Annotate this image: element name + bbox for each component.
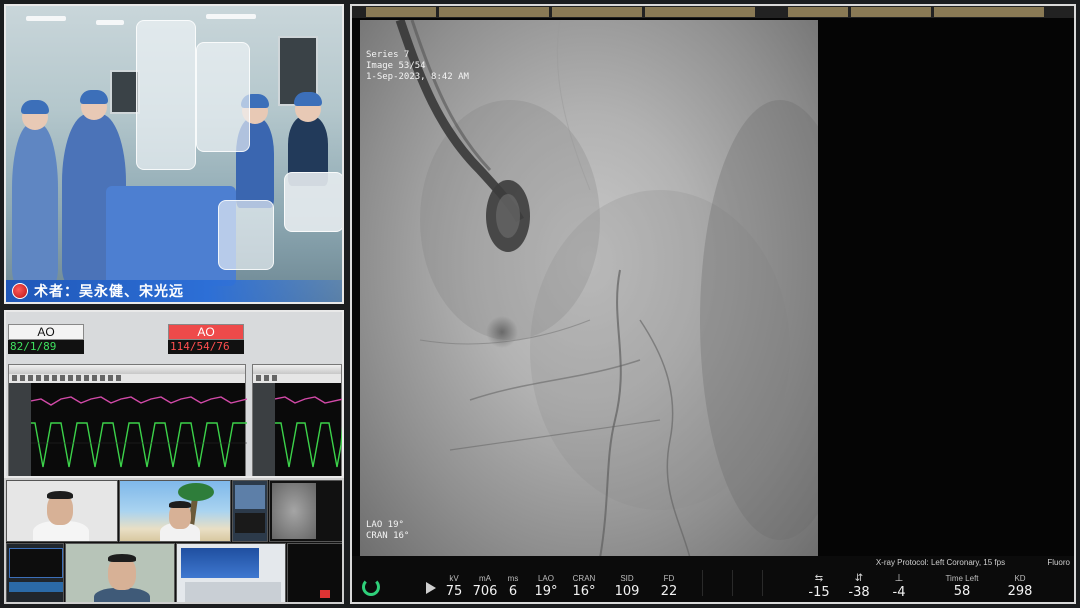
acquisition-status-bar: X-ray Protocol: Left Coronary, 15 fps Fl… — [352, 556, 1074, 602]
table-lateral-icon: ⇵ — [854, 573, 864, 584]
video-tile-participant[interactable] — [6, 480, 118, 542]
operating-room-video: 术者：吴永健、宋光远 — [4, 4, 344, 304]
angiography-image: Series 7 Image 53/54 1-Sep-2023, 8:42 AM… — [360, 20, 818, 558]
angle-overlay: LAO 19° CRAN 16° — [366, 520, 409, 542]
play-icon[interactable] — [426, 582, 436, 594]
video-tile-participant[interactable] — [119, 480, 231, 542]
video-conference-grid — [4, 478, 344, 604]
window-titlebar[interactable] — [9, 365, 245, 374]
pressure-value: 82/1/89 — [8, 340, 84, 354]
param-sid: SID 109 — [614, 574, 640, 599]
staff-member — [12, 100, 58, 284]
pressure-channel-label: AO — [8, 324, 84, 340]
param-fd: FD 22 — [660, 574, 678, 599]
power-icon[interactable] — [362, 578, 380, 596]
param-lao: LAO 19° — [534, 574, 558, 599]
video-tile-participant[interactable] — [65, 543, 175, 602]
cran-angle-overlay: CRAN 16° — [366, 531, 410, 541]
video-tile-participant[interactable] — [176, 543, 286, 602]
fluoroscopy-display: Series 7 Image 53/54 1-Sep-2023, 8:42 AM… — [350, 4, 1076, 604]
table-position-lateral: ⇵ -38 — [844, 573, 874, 601]
surgeon-caption: 术者：吴永健、宋光远 — [34, 283, 184, 299]
surgeon-caption-bar: 术者：吴永健、宋光远 — [6, 280, 342, 302]
waveform-plot — [274, 383, 342, 476]
video-tile-fluoro-preview[interactable] — [269, 480, 342, 542]
series-label: Series 7 — [366, 50, 410, 60]
pressure-value: 114/54/76 — [168, 340, 244, 354]
equipment-cover — [196, 42, 250, 152]
channel-scale — [253, 383, 275, 476]
top-status-strip — [352, 6, 1074, 18]
xray-protocol: X-ray Protocol: Left Coronary, 15 fps Fl… — [876, 558, 1070, 567]
ceiling-light — [26, 16, 66, 21]
acquisition-datetime: 1-Sep-2023, 8:42 AM — [366, 72, 469, 82]
param-ms: ms 6 — [507, 574, 519, 599]
waveform-toolbar[interactable] — [9, 374, 245, 383]
equipment-cover — [218, 200, 274, 270]
video-tile-screen-share[interactable] — [232, 480, 268, 542]
operating-room-scene — [6, 6, 342, 302]
equipment-cover — [136, 20, 196, 170]
time-left: Time Left 58 — [945, 574, 979, 599]
video-tile-screen-share[interactable] — [6, 543, 64, 602]
pressure-channel-label: AO — [168, 324, 244, 340]
lao-angle-overlay: LAO 19° — [366, 520, 404, 530]
table-arrows-icon: ⇆ — [814, 573, 824, 584]
waveform-plot — [30, 383, 248, 476]
dose-kd: KD 298 — [1007, 574, 1033, 599]
image-index: Image 53/54 — [366, 61, 426, 71]
window-titlebar[interactable] — [253, 365, 341, 374]
protocol-text: X-ray Protocol: Left Coronary, 15 fps — [875, 558, 1006, 567]
channel-scale — [9, 383, 31, 476]
waveform-window-right[interactable] — [252, 364, 342, 476]
table-position-longitudinal: ⇆ -15 — [804, 573, 834, 601]
param-kv: kV 75 — [445, 574, 463, 599]
table-position-height: ⊥ -4 — [884, 573, 914, 601]
ceiling-light — [96, 20, 124, 25]
waveform-window-left[interactable] — [8, 364, 248, 476]
aortic-pressure-right: AO 114/54/76 — [168, 324, 244, 354]
angiography-rendering — [395, 20, 818, 558]
series-info-overlay: Series 7 Image 53/54 1-Sep-2023, 8:42 AM — [366, 50, 469, 83]
surgical-drape — [106, 186, 236, 286]
table-height-icon: ⊥ — [894, 573, 904, 584]
param-cran: CRAN 16° — [572, 574, 596, 599]
waveform-toolbar[interactable] — [253, 374, 341, 383]
broadcast-logo-icon — [12, 283, 28, 299]
param-ma: mA 706 — [472, 574, 498, 599]
hemodynamic-monitor: AO 82/1/89 AO 114/54/76 — [4, 310, 344, 478]
equipment-cover — [284, 172, 342, 232]
video-tile-empty[interactable] — [287, 543, 342, 602]
aortic-pressure-left: AO 82/1/89 — [8, 324, 84, 354]
fluoro-mode-label: Fluoro — [1047, 558, 1070, 567]
ceiling-light — [206, 14, 256, 19]
